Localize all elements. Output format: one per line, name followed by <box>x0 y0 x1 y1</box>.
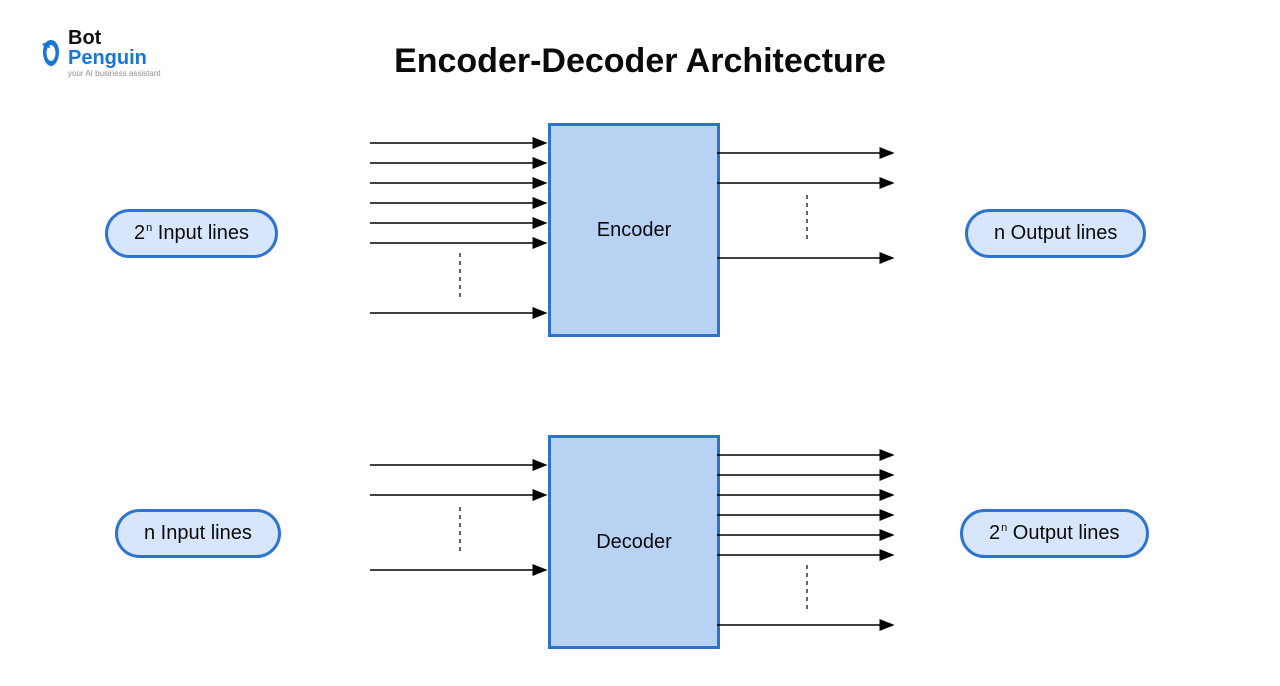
encoder-input-base: 2 <box>134 222 145 244</box>
encoder-box: Encoder <box>548 123 720 337</box>
encoder-input-arrows <box>370 123 550 333</box>
encoder-box-label: Encoder <box>597 219 672 242</box>
decoder-output-suffix: Output lines <box>1007 522 1119 544</box>
decoder-box: Decoder <box>548 435 720 649</box>
decoder-input-text: n Input lines <box>144 522 252 544</box>
encoder-input-label: 2n Input lines <box>105 209 278 258</box>
decoder-box-label: Decoder <box>596 531 672 554</box>
decoder-input-arrows <box>370 435 550 645</box>
encoder-output-label: n Output lines <box>965 209 1146 258</box>
encoder-input-suffix: Input lines <box>152 222 249 244</box>
diagram-title: Encoder-Decoder Architecture <box>0 42 1280 81</box>
decoder-output-base: 2 <box>989 522 1000 544</box>
encoder-output-arrows <box>717 123 897 333</box>
decoder-input-label: n Input lines <box>115 509 281 558</box>
decoder-output-arrows <box>717 435 897 645</box>
encoder-output-text: n Output lines <box>994 222 1117 244</box>
decoder-output-label: 2n Output lines <box>960 509 1149 558</box>
